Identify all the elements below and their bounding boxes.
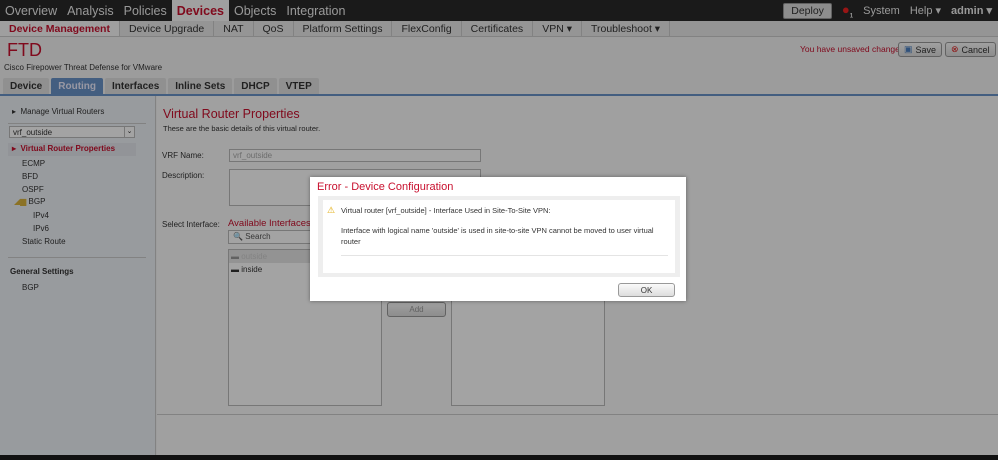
- error-summary: Virtual router [vrf_outside] - Interface…: [341, 206, 551, 215]
- dialog-body: ⚠ Virtual router [vrf_outside] - Interfa…: [318, 196, 680, 277]
- footer-bar: [0, 455, 998, 460]
- ok-button[interactable]: OK: [618, 283, 675, 297]
- warning-icon: ⚠: [327, 205, 336, 215]
- dialog-title: Error - Device Configuration: [317, 181, 454, 193]
- error-dialog: Error - Device Configuration ⚠ Virtual r…: [310, 177, 686, 301]
- error-detail: Interface with logical name 'outside' is…: [341, 226, 654, 246]
